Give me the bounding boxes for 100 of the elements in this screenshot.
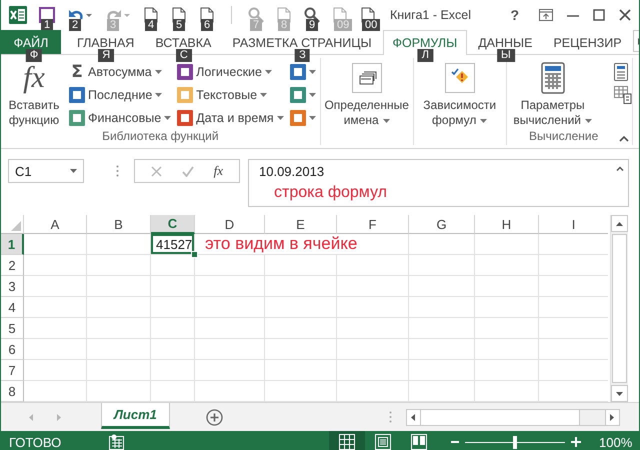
table-cell[interactable] [409, 360, 475, 381]
horizontal-scrollbar[interactable] [406, 408, 620, 426]
table-cell[interactable] [195, 318, 265, 339]
table-cell[interactable] [87, 255, 151, 276]
ribbon-tab[interactable]: РЕЦЕНЗИР [543, 30, 632, 54]
table-cell[interactable] [475, 339, 539, 360]
table-cell[interactable] [24, 234, 87, 255]
formula-field[interactable]: 10.09.2013 строка формул [248, 159, 629, 207]
zoom-out-icon[interactable] [451, 438, 459, 446]
table-cell[interactable] [24, 255, 87, 276]
maximize-icon[interactable] [593, 9, 605, 21]
table-cell[interactable] [475, 297, 539, 318]
select-all-button[interactable] [1, 215, 24, 234]
row-header[interactable]: 1 [1, 234, 24, 255]
close-icon[interactable] [619, 9, 631, 21]
insert-function-button[interactable]: fx [214, 163, 224, 179]
table-cell[interactable] [87, 297, 151, 318]
ribbon-display-icon[interactable] [539, 9, 553, 21]
calculator-icon[interactable] [614, 62, 628, 80]
ribbon-button[interactable]: Текстовые [176, 86, 285, 102]
table-cell[interactable]: 41527 [151, 234, 194, 254]
ribbon-button[interactable]: Σ Автосумма [68, 64, 172, 80]
ribbon-button[interactable]: Финансовые [68, 110, 172, 126]
help-button[interactable]: ? [504, 7, 525, 23]
ribbon-button[interactable]: Зависимости формул [416, 60, 503, 128]
table-cell[interactable] [87, 339, 151, 360]
table-cell[interactable] [24, 339, 87, 360]
table-cell[interactable] [151, 318, 195, 339]
enter-icon[interactable] [182, 166, 194, 176]
view-button[interactable] [329, 431, 365, 450]
table-cell[interactable] [475, 360, 539, 381]
table-cell[interactable] [337, 276, 409, 297]
fill-handle[interactable] [191, 251, 198, 258]
table-cell[interactable] [195, 276, 265, 297]
column-header[interactable]: D [195, 215, 265, 234]
ribbon-button[interactable]: Последние [68, 86, 172, 102]
table-cell[interactable] [151, 297, 195, 318]
scroll-down-icon[interactable] [616, 392, 623, 396]
table-cell[interactable] [195, 339, 265, 360]
sheet-next-icon[interactable] [57, 414, 61, 420]
table-cell[interactable] [409, 234, 475, 255]
expand-formula-icon[interactable] [616, 166, 624, 171]
slider-thumb[interactable] [513, 436, 517, 448]
row-header[interactable]: 4 [1, 297, 24, 318]
scroll-left-icon[interactable] [411, 414, 416, 420]
column-header[interactable]: E [265, 215, 337, 234]
table-cell[interactable] [24, 276, 87, 297]
table-cell[interactable] [151, 255, 195, 276]
sheet-prev-icon[interactable] [29, 414, 33, 420]
sheet-tab[interactable]: Лист1 [101, 403, 170, 429]
table-cell[interactable] [475, 276, 539, 297]
column-header[interactable]: A [24, 215, 87, 234]
scrollbar-thumb[interactable] [612, 234, 627, 383]
table-cell[interactable] [24, 360, 87, 381]
resize-handle-icon[interactable] [388, 411, 392, 423]
table-cell[interactable] [337, 360, 409, 381]
table-cell[interactable] [409, 318, 475, 339]
table-cell[interactable] [409, 276, 475, 297]
ribbon-button[interactable]: Дата и время [176, 110, 285, 126]
table-cell[interactable] [151, 360, 195, 381]
table-cell[interactable] [87, 360, 151, 381]
table-cell[interactable] [337, 297, 409, 318]
table-cell[interactable] [337, 255, 409, 276]
table-cell[interactable] [265, 255, 337, 276]
row-header[interactable]: 2 [1, 255, 24, 276]
scroll-right-icon[interactable] [610, 414, 614, 420]
name-box[interactable]: C1 [8, 159, 84, 183]
table-cell[interactable] [409, 255, 475, 276]
table-cell[interactable] [475, 234, 539, 255]
column-header[interactable]: H [475, 215, 539, 234]
column-header[interactable]: B [87, 215, 151, 234]
collapse-ribbon-icon[interactable] [619, 136, 629, 142]
table-cell[interactable] [151, 339, 195, 360]
table-cell[interactable] [195, 360, 265, 381]
table-cell[interactable] [87, 276, 151, 297]
zoom-in-icon[interactable] [571, 437, 581, 447]
scroll-up-icon[interactable] [616, 222, 623, 226]
function-category-button[interactable] [288, 64, 317, 80]
table-cell[interactable] [337, 318, 409, 339]
row-header[interactable]: 7 [1, 360, 24, 381]
table-cell[interactable] [195, 255, 265, 276]
table-cell[interactable] [265, 339, 337, 360]
table-cell[interactable] [24, 318, 87, 339]
function-category-button[interactable] [288, 86, 317, 102]
table-cell[interactable] [265, 318, 337, 339]
table-cell[interactable] [265, 276, 337, 297]
ribbon-button[interactable]: Определенные имена [324, 60, 410, 128]
table-cell[interactable] [475, 255, 539, 276]
vertical-scrollbar[interactable] [610, 215, 628, 402]
table-cell[interactable] [265, 360, 337, 381]
table-cell[interactable] [475, 318, 539, 339]
table-cell[interactable] [24, 297, 87, 318]
ribbon-button[interactable]: Параметры вычислений [510, 60, 596, 128]
function-category-button[interactable] [288, 110, 317, 126]
column-header[interactable]: C [151, 215, 195, 234]
sheet-calculator-icon[interactable] [614, 86, 632, 104]
row-header[interactable]: 3 [1, 276, 24, 297]
table-cell[interactable] [151, 276, 195, 297]
table-cell[interactable] [337, 339, 409, 360]
row-header[interactable]: 5 [1, 318, 24, 339]
